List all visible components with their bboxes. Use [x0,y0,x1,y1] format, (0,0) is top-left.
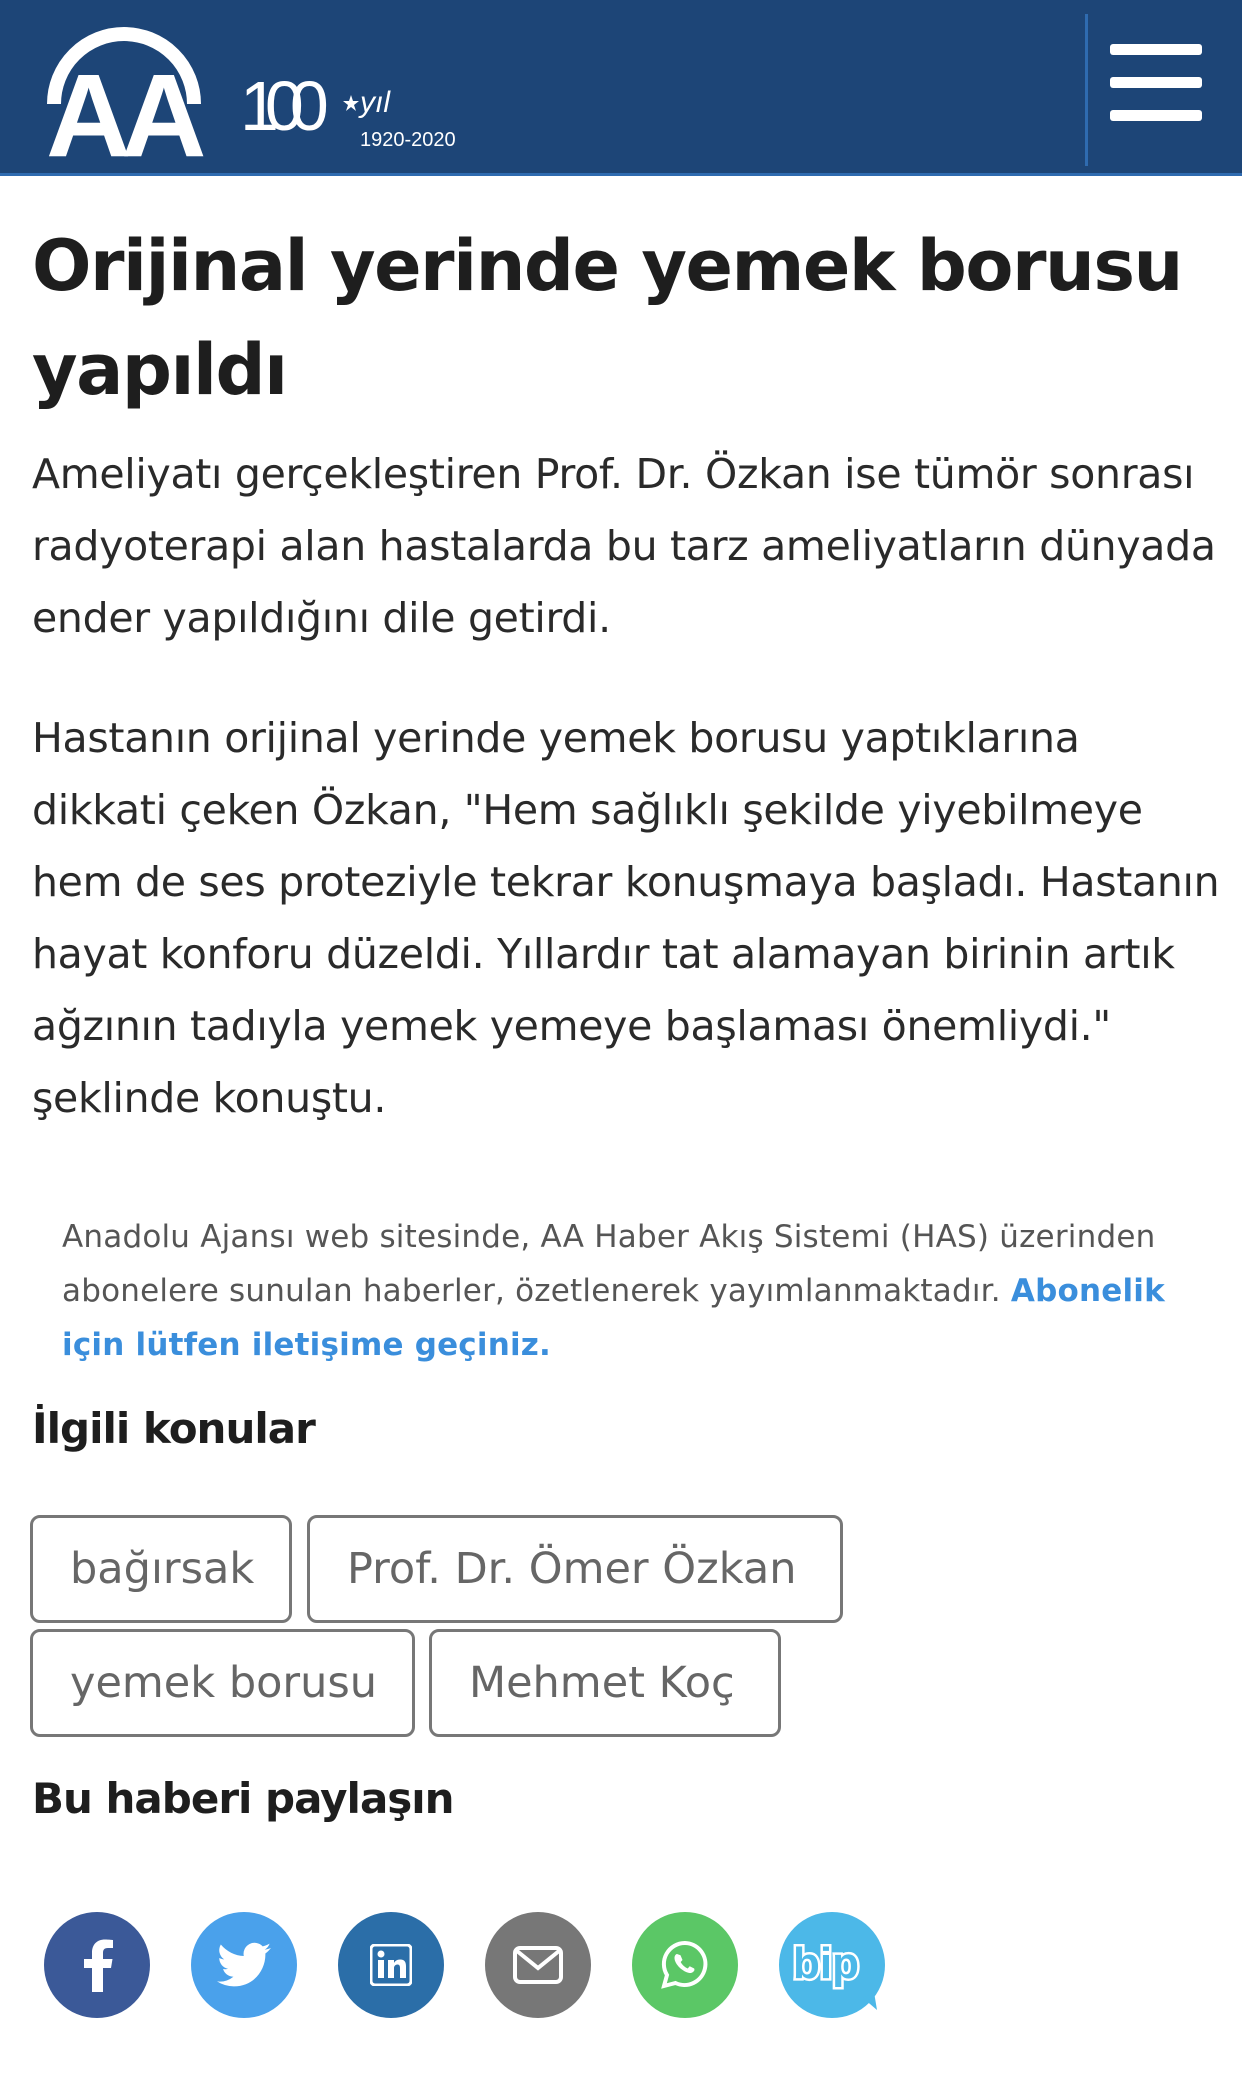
tag-omer-ozkan[interactable]: Prof. Dr. Ömer Özkan [307,1515,843,1623]
email-share-button[interactable] [485,1912,591,2018]
whatsapp-icon [661,1940,708,1989]
linkedin-share-button[interactable] [338,1912,444,2018]
logo-aa-text: AA [46,50,204,162]
tag-mehmet-koc[interactable]: Mehmet Koç [429,1629,781,1737]
anniversary-number: 100 [240,67,327,145]
tag-yemek-borusu[interactable]: yemek borusu [30,1629,415,1737]
envelope-icon [513,1946,563,1984]
facebook-icon [84,1939,113,1992]
facebook-share-button[interactable] [44,1912,150,2018]
bip-share-button[interactable]: bip bip [779,1912,885,2018]
share-heading: Bu haberi paylaşın [32,1774,455,1823]
notice-text: Anadolu Ajansı web sitesinde, AA Haber A… [62,1219,1156,1309]
twitter-share-button[interactable] [191,1912,297,2018]
hamburger-menu-icon[interactable] [1110,44,1202,132]
twitter-icon [217,1942,271,1987]
whatsapp-share-button[interactable] [632,1912,738,2018]
related-topics-heading: İlgili konular [32,1404,316,1453]
header-divider [1085,14,1088,166]
article-paragraph-2: Hastanın orijinal yerinde yemek borusu y… [32,714,1220,1122]
article-paragraph-1: Ameliyatı gerçekleştiren Prof. Dr. Özkan… [32,450,1216,642]
site-header: AA 100 yıl 1920-2020 [0,0,1242,182]
aa-logo[interactable]: AA 100 yıl 1920-2020 [44,22,484,182]
subscription-notice: Anadolu Ajansı web sitesinde, AA Haber A… [62,1210,1182,1372]
bip-icon: bip bip [791,1937,877,2010]
linkedin-icon [370,1944,412,1986]
tag-bagirsak[interactable]: bağırsak [30,1515,292,1623]
anniversary-years: 1920-2020 [360,129,456,151]
article-title: Orijinal yerinde yemek borusu yapıldı [32,225,1183,411]
svg-text:bip: bip [793,1939,859,1988]
anniversary-word: yıl [358,86,391,119]
